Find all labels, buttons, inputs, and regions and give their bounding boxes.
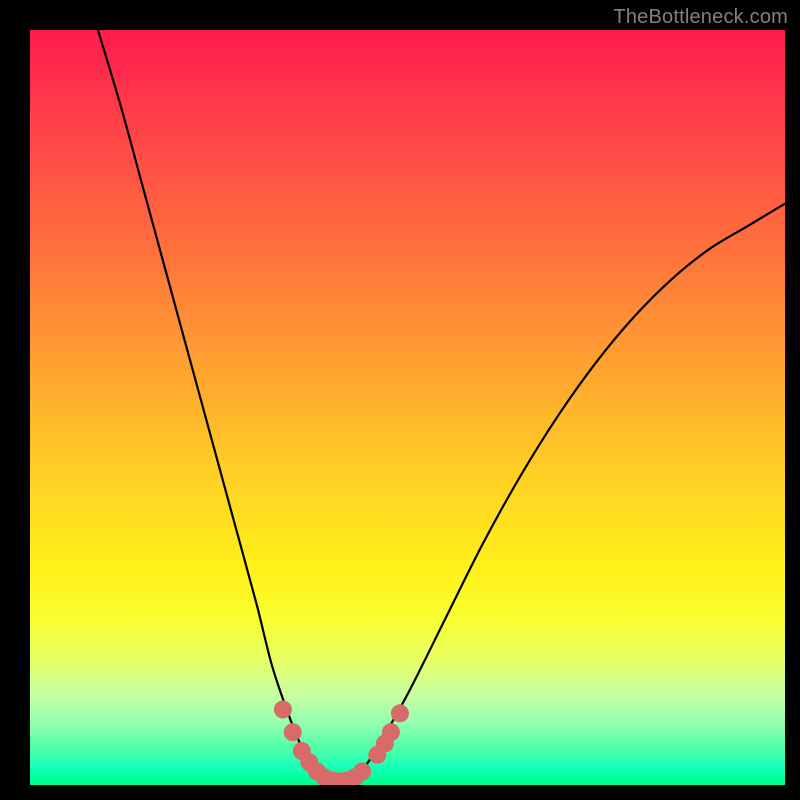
curve-marker [368,746,386,764]
curve-marker [353,762,371,780]
curve-marker [274,701,292,719]
curve-marker [376,734,394,752]
curve-marker [391,704,409,722]
marker-group [274,701,409,786]
curve-marker [331,772,349,785]
curve-marker [284,723,302,741]
curve-marker [315,768,333,785]
curve-marker [323,771,341,785]
curve-marker [346,768,364,785]
curve-marker [293,742,311,760]
curve-marker [338,771,356,785]
curve-marker [308,762,326,780]
watermark-text: TheBottleneck.com [613,6,788,29]
chart-svg [30,30,785,785]
curve-marker [300,753,318,771]
bottleneck-curve [98,30,785,783]
curve-marker [382,723,400,741]
chart-plot-area [30,30,785,785]
